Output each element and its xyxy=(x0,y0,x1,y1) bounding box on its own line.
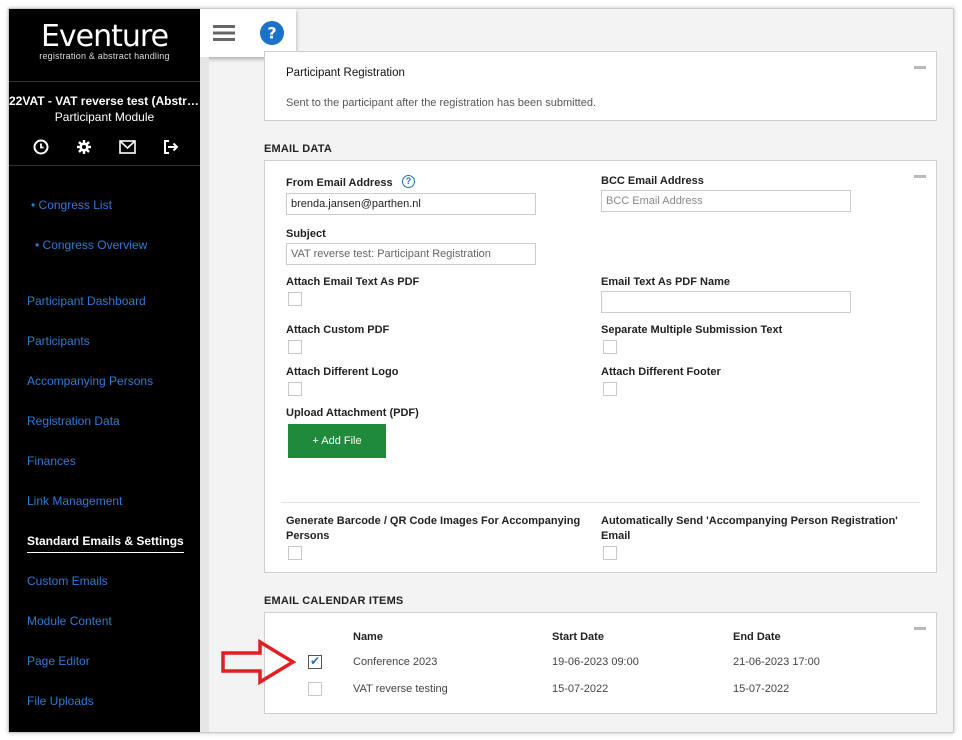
separate-text-checkbox[interactable] xyxy=(603,340,617,354)
custom-pdf-checkbox[interactable] xyxy=(288,340,302,354)
red-arrow-annotation-icon xyxy=(221,639,297,685)
column-header-start-date: Start Date xyxy=(552,631,604,643)
sidebar-icon-row xyxy=(31,137,181,157)
app-window: Eventure registration & abstract handlin… xyxy=(8,8,954,733)
congress-name: 22VAT - VAT reverse test (Abstract... xyxy=(9,94,200,108)
email-header-panel: Participant Registration Sent to the par… xyxy=(264,51,937,121)
logout-icon[interactable] xyxy=(161,137,181,157)
nav-item-participants[interactable]: Participants xyxy=(27,334,90,348)
section-divider xyxy=(281,502,920,503)
brand-logo[interactable]: Eventure registration & abstract handlin… xyxy=(9,19,200,62)
pdf-name-input[interactable] xyxy=(601,291,851,313)
attach-pdf-label: Attach Email Text As PDF xyxy=(286,276,420,288)
nav-label: Congress Overview xyxy=(42,238,148,252)
nav-item-page-editor[interactable]: Page Editor xyxy=(27,654,90,668)
row-checkbox[interactable] xyxy=(308,654,322,669)
nav-item-participant-dashboard[interactable]: Participant Dashboard xyxy=(27,294,146,308)
brand-name: Eventure xyxy=(40,19,169,54)
pdf-name-label: Email Text As PDF Name xyxy=(601,276,730,288)
add-file-button[interactable]: + Add File xyxy=(288,424,386,458)
nav-item-module-content[interactable]: Module Content xyxy=(27,614,112,628)
nav-item-link-management[interactable]: Link Management xyxy=(27,494,122,508)
row-end-date: 15-07-2022 xyxy=(733,683,790,695)
diff-logo-label: Attach Different Logo xyxy=(286,366,399,378)
auto-send-checkbox[interactable] xyxy=(603,546,617,560)
diff-footer-label: Attach Different Footer xyxy=(601,366,721,378)
custom-pdf-label: Attach Custom PDF xyxy=(286,324,390,336)
main-content: Participant Registration Sent to the par… xyxy=(209,9,953,732)
row-start-date: 15-07-2022 xyxy=(552,683,609,695)
row-checkbox[interactable] xyxy=(308,682,322,696)
nav-item-congress-overview[interactable]: • Congress Overview xyxy=(35,238,147,252)
subject-input[interactable] xyxy=(286,243,536,265)
subject-label: Subject xyxy=(286,228,326,240)
nav-item-finances[interactable]: Finances xyxy=(27,454,76,468)
module-name: Participant Module xyxy=(54,110,155,124)
sidebar-divider xyxy=(9,81,200,82)
collapse-icon[interactable] xyxy=(914,66,926,69)
collapse-icon[interactable] xyxy=(914,175,926,178)
clock-icon[interactable] xyxy=(31,137,51,157)
nav-item-file-uploads[interactable]: File Uploads xyxy=(27,694,94,708)
nav-item-registration-data[interactable]: Registration Data xyxy=(27,414,120,428)
envelope-icon[interactable] xyxy=(118,137,138,157)
row-end-date: 21-06-2023 17:00 xyxy=(733,656,820,668)
diff-logo-checkbox[interactable] xyxy=(288,382,302,396)
from-email-label: From Email Address xyxy=(286,177,393,189)
collapse-icon[interactable] xyxy=(914,627,926,630)
bcc-email-input[interactable] xyxy=(601,190,851,212)
bcc-email-label: BCC Email Address xyxy=(601,175,704,187)
column-header-name: Name xyxy=(353,631,383,643)
barcode-label: Generate Barcode / QR Code Images For Ac… xyxy=(286,515,581,542)
row-start-date: 19-06-2023 09:00 xyxy=(552,656,639,668)
row-name: Conference 2023 xyxy=(353,656,438,668)
column-header-end-date: End Date xyxy=(733,631,781,643)
email-type-description: Sent to the participant after the regist… xyxy=(286,97,597,109)
nav-label: Congress List xyxy=(38,198,112,212)
separate-text-label: Separate Multiple Submission Text xyxy=(601,324,783,336)
barcode-checkbox[interactable] xyxy=(288,546,302,560)
nav-item-standard-emails[interactable]: Standard Emails & Settings xyxy=(27,534,184,553)
question-icon[interactable]: ? xyxy=(402,175,415,188)
auto-send-label: Automatically Send 'Accompanying Person … xyxy=(601,515,898,542)
email-data-heading: EMAIL DATA xyxy=(264,143,332,155)
nav-item-congress-list[interactable]: • Congress List xyxy=(31,198,112,212)
email-type-title: Participant Registration xyxy=(286,67,405,79)
upload-attachment-label: Upload Attachment (PDF) xyxy=(286,407,419,419)
nav-item-accompanying-persons[interactable]: Accompanying Persons xyxy=(27,374,153,388)
content-gutter xyxy=(200,57,209,732)
congress-title: 22VAT - VAT reverse test (Abstract... Pa… xyxy=(9,93,200,125)
calendar-panel: Name Start Date End Date Conference 2023… xyxy=(264,612,937,714)
diff-footer-checkbox[interactable] xyxy=(603,382,617,396)
attach-pdf-checkbox[interactable] xyxy=(288,292,302,306)
gear-icon[interactable] xyxy=(74,137,94,157)
calendar-heading: EMAIL CALENDAR ITEMS xyxy=(264,595,404,607)
from-email-input[interactable] xyxy=(286,193,536,215)
sidebar: Eventure registration & abstract handlin… xyxy=(9,9,200,732)
sidebar-divider xyxy=(9,165,200,166)
nav-item-custom-emails[interactable]: Custom Emails xyxy=(27,574,108,588)
brand-tagline: registration & abstract handling xyxy=(39,51,170,61)
email-data-panel: From Email Address ? BCC Email Address S… xyxy=(264,160,937,573)
row-name: VAT reverse testing xyxy=(353,683,448,695)
